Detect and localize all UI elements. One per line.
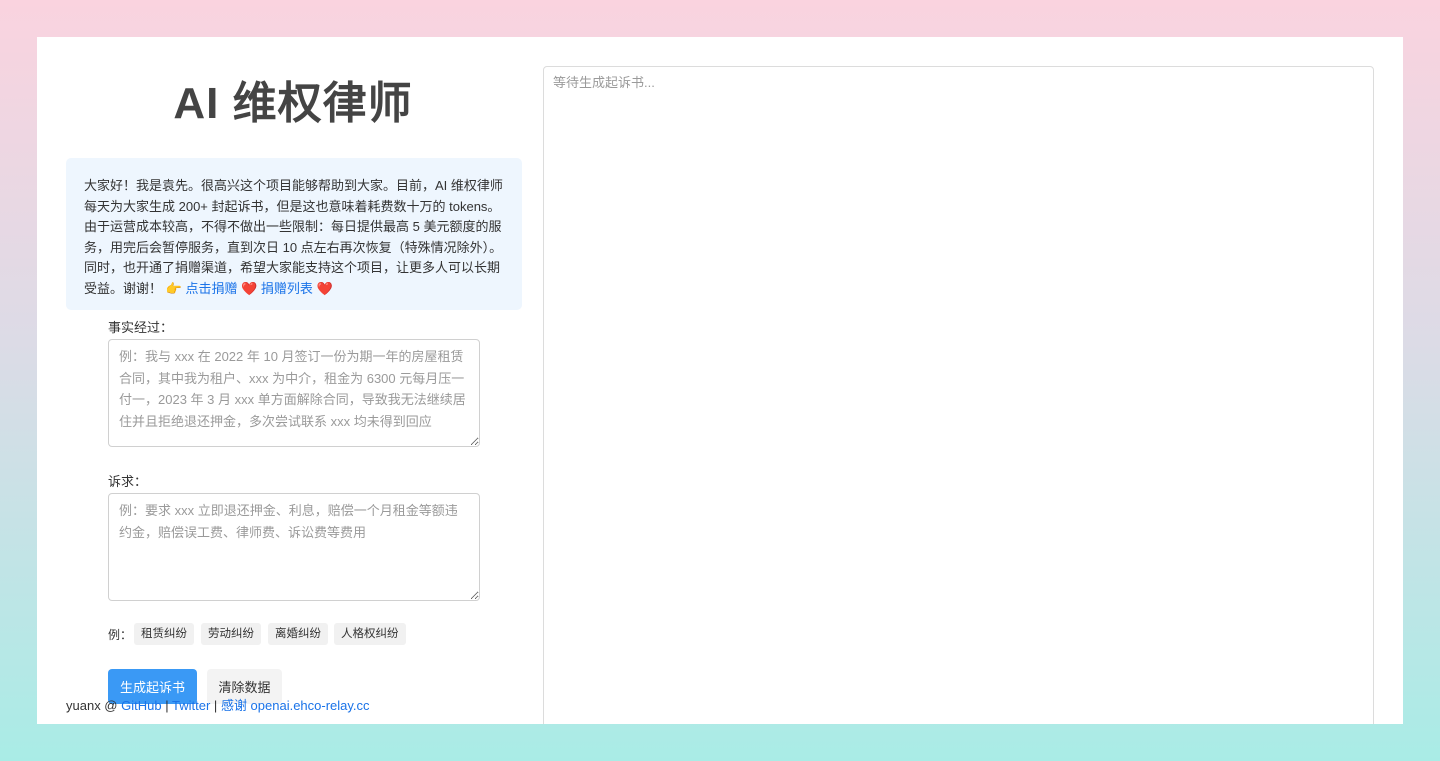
pointing-hand-icon: 👉: [165, 280, 182, 296]
page-title: AI 维权律师: [173, 79, 413, 128]
example-chip-personality-rights[interactable]: 人格权纠纷: [334, 623, 406, 645]
twitter-link[interactable]: Twitter: [172, 698, 210, 713]
heart-icon: ❤️: [241, 280, 258, 296]
claims-textarea[interactable]: [108, 493, 480, 601]
facts-textarea[interactable]: [108, 339, 480, 447]
claims-label: 诉求：: [108, 474, 148, 489]
thanks-link[interactable]: 感谢 openai.ehco-relay.cc: [221, 698, 370, 713]
complaint-output-textarea[interactable]: [543, 66, 1374, 724]
github-link[interactable]: GitHub: [121, 698, 161, 713]
example-chip-rental[interactable]: 租赁纠纷: [134, 623, 194, 645]
example-chip-labor[interactable]: 劳动纠纷: [201, 623, 261, 645]
heart-icon: ❤️: [316, 280, 333, 296]
footer-separator: |: [165, 698, 169, 713]
notice-box: 大家好！我是袁先。很高兴这个项目能够帮助到大家。目前，AI 维权律师每天为大家生…: [66, 158, 522, 310]
examples-label: 例：: [108, 628, 133, 642]
main-card: AI 维权律师 大家好！我是袁先。很高兴这个项目能够帮助到大家。目前，AI 维权…: [37, 37, 1403, 724]
facts-label: 事实经过：: [108, 320, 174, 335]
donate-link[interactable]: 点击捐赠: [185, 281, 237, 296]
footer: yuanx @ GitHub | Twitter | 感谢 openai.ehc…: [66, 695, 370, 714]
donor-list-link[interactable]: 捐赠列表: [261, 281, 313, 296]
footer-separator: |: [213, 698, 218, 713]
example-chip-divorce[interactable]: 离婚纠纷: [268, 623, 328, 645]
notice-text: 大家好！我是袁先。很高兴这个项目能够帮助到大家。目前，AI 维权律师每天为大家生…: [84, 178, 503, 296]
footer-author: yuanx @: [66, 698, 118, 713]
